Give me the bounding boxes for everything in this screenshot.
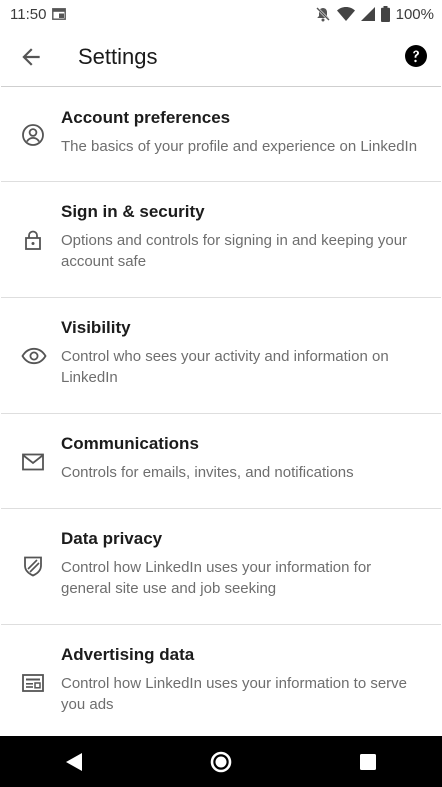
- lock-icon: [21, 228, 45, 252]
- setting-description: Control who sees your activity and infor…: [61, 348, 389, 386]
- setting-title: Advertising data: [61, 645, 195, 664]
- setting-description: Control how LinkedIn uses your informati…: [61, 559, 372, 597]
- navigation-bar: [0, 736, 442, 787]
- home-circle-icon[interactable]: [201, 742, 241, 782]
- app-bar: Settings: [0, 28, 442, 85]
- setting-title: Sign in & security: [61, 202, 205, 221]
- signal-icon: [360, 7, 375, 21]
- status-time: 11:50: [10, 5, 47, 23]
- settings-item-data-privacy[interactable]: Data privacy Control how LinkedIn uses y…: [1, 509, 441, 625]
- back-triangle-icon[interactable]: [54, 742, 94, 782]
- settings-item-communications[interactable]: Communications Controls for emails, invi…: [1, 414, 441, 509]
- page-title: Settings: [78, 43, 158, 69]
- setting-title: Communications: [61, 434, 199, 453]
- envelope-icon: [21, 450, 45, 474]
- arrow-left-icon[interactable]: [18, 44, 44, 70]
- setting-description: Control how LinkedIn uses your informati…: [61, 675, 408, 713]
- setting-title: Data privacy: [61, 529, 163, 548]
- setting-title: Visibility: [61, 318, 131, 337]
- screenshot-icon: [52, 8, 67, 20]
- eye-icon: [21, 344, 47, 368]
- wifi-icon: [336, 7, 355, 21]
- settings-list: Account preferences The basics of your p…: [1, 86, 441, 736]
- shield-icon: [21, 554, 45, 578]
- mute-icon: [315, 6, 331, 22]
- battery-icon: [380, 6, 390, 22]
- setting-description: The basics of your profile and experienc…: [61, 138, 418, 155]
- settings-item-account-preferences[interactable]: Account preferences The basics of your p…: [1, 87, 441, 182]
- setting-title: Account preferences: [61, 108, 231, 127]
- settings-item-advertising-data[interactable]: Advertising data Control how LinkedIn us…: [1, 625, 441, 736]
- setting-description: Options and controls for signing in and …: [61, 232, 408, 270]
- recents-square-icon[interactable]: [348, 742, 388, 782]
- ad-icon: [21, 671, 45, 695]
- battery-percentage: 100%: [395, 5, 434, 23]
- status-bar: 11:50 100%: [0, 0, 442, 28]
- settings-item-visibility[interactable]: Visibility Control who sees your activit…: [1, 298, 441, 414]
- settings-item-sign-in-security[interactable]: Sign in & security Options and controls …: [1, 182, 441, 298]
- setting-description: Controls for emails, invites, and notifi…: [61, 464, 354, 481]
- help-circle-icon[interactable]: [404, 44, 428, 68]
- account-icon: [21, 123, 45, 147]
